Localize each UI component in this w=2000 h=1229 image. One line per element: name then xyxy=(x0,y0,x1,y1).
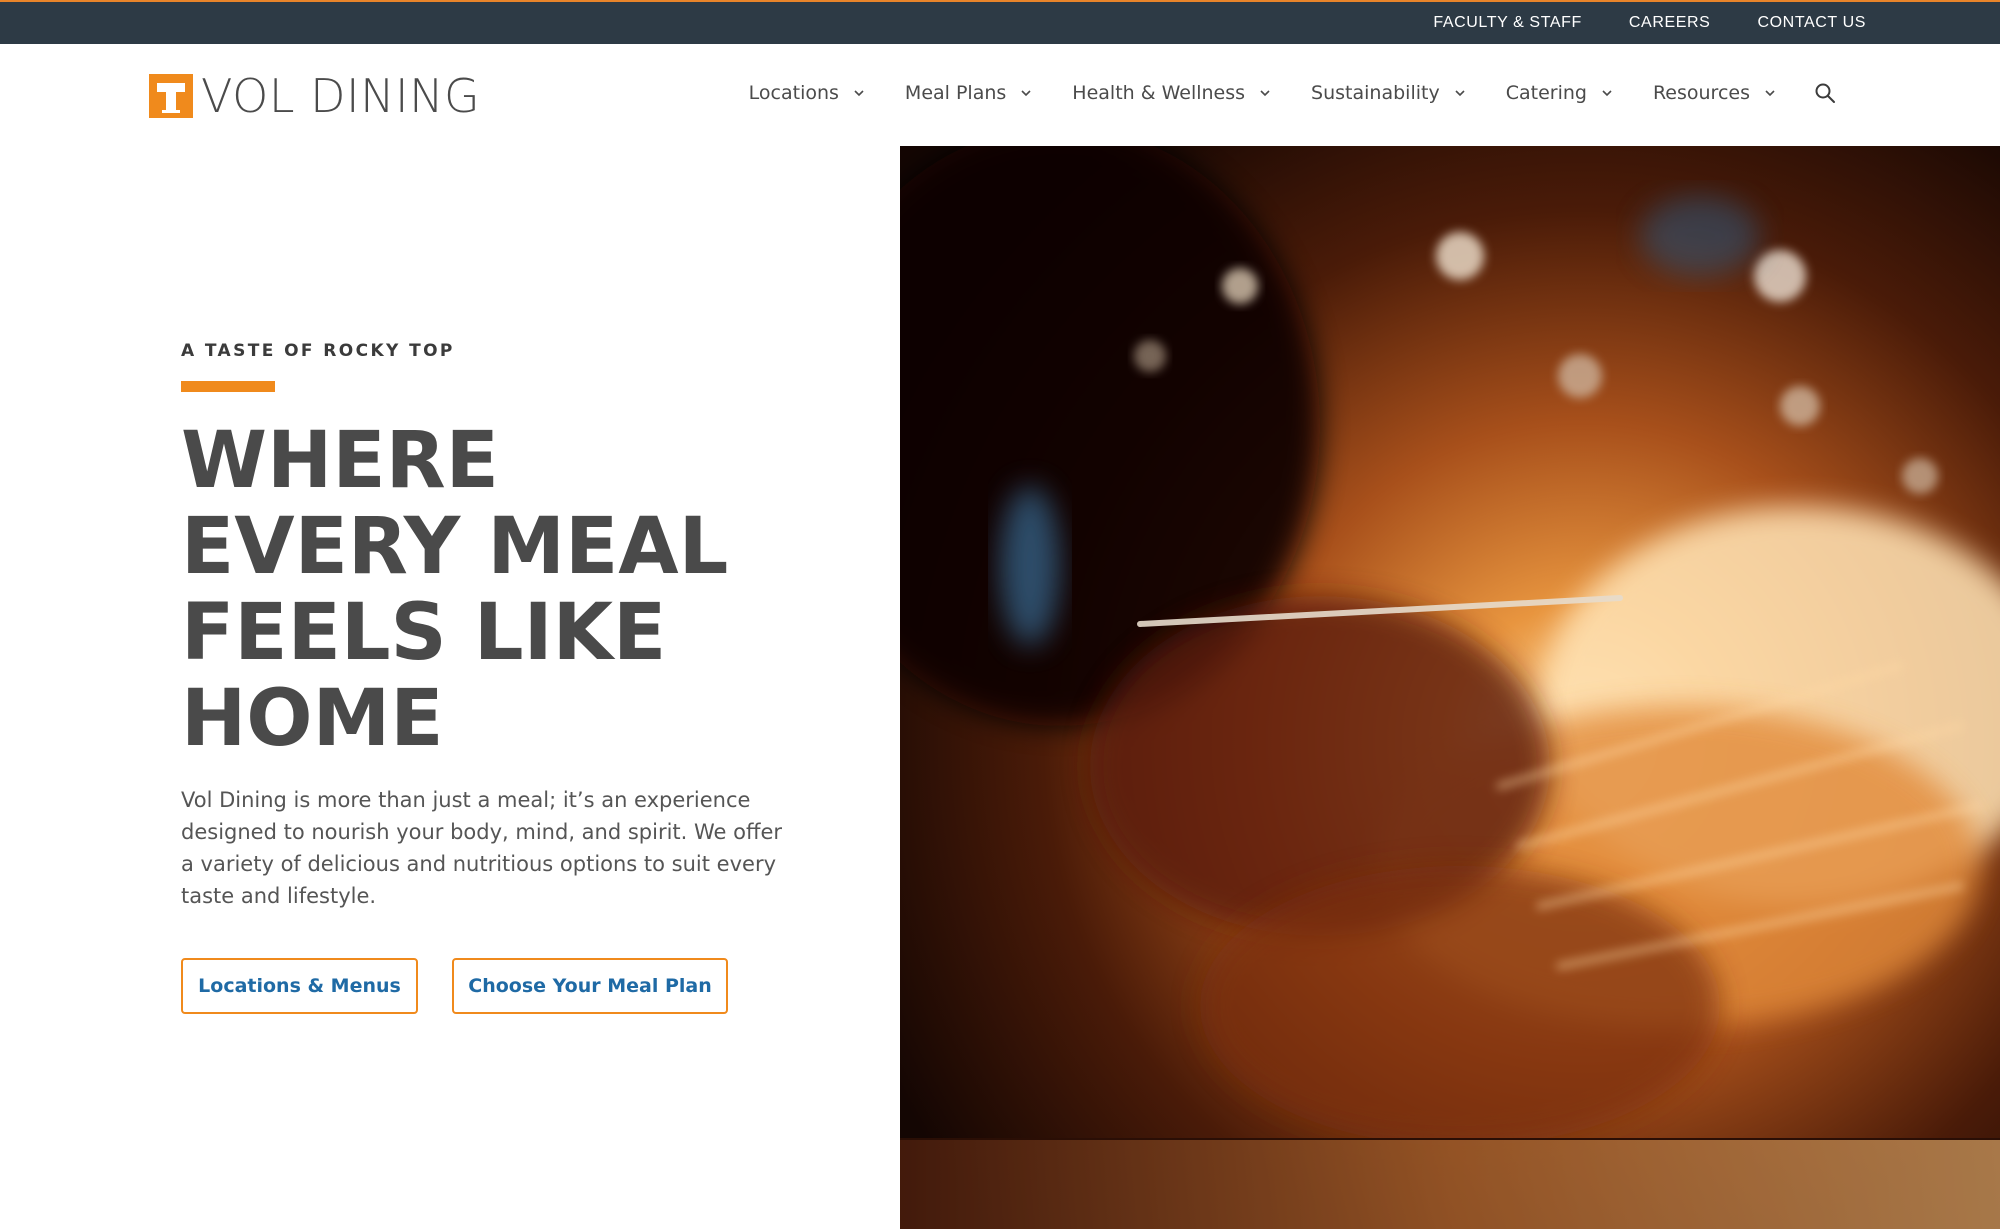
headline-line: FEELS LIKE xyxy=(181,588,667,678)
headline-line: EVERY MEAL xyxy=(181,502,729,592)
nav-item-label: Health & Wellness xyxy=(1072,82,1246,104)
hero-eyebrow: A TASTE OF ROCKY TOP xyxy=(181,341,455,361)
nav-item-catering[interactable]: Catering xyxy=(1506,82,1613,104)
utility-bar: FACULTY & STAFF CAREERS CONTACT US xyxy=(0,0,2000,44)
choose-meal-plan-button[interactable]: Choose Your Meal Plan xyxy=(452,958,728,1014)
hero-food-image xyxy=(900,146,2000,1229)
chevron-down-icon xyxy=(854,90,864,97)
nav-item-label: Sustainability xyxy=(1311,82,1440,104)
search-icon[interactable] xyxy=(1814,82,1836,104)
utility-link-careers[interactable]: CAREERS xyxy=(1629,14,1711,32)
utility-link-contact-us[interactable]: CONTACT US xyxy=(1757,14,1866,32)
headline-line: HOME xyxy=(181,674,444,764)
hero-intro: Vol Dining is more than just a meal; it’… xyxy=(181,788,783,908)
nav-item-label: Meal Plans xyxy=(904,82,1007,104)
chevron-down-icon xyxy=(1765,90,1775,97)
chevron-down-icon xyxy=(1455,90,1465,97)
nav-item-label: Catering xyxy=(1505,82,1587,104)
hero-headline: WHERE EVERY MEAL FEELS LIKE HOME xyxy=(181,418,821,762)
chevron-down-icon xyxy=(1602,90,1612,97)
nav-item-label: Resources xyxy=(1652,82,1750,104)
headline-line: WHERE xyxy=(181,416,499,506)
main-nav: Locations Meal Plans Health & Wellness S… xyxy=(749,82,1836,104)
site-header: VOL DINING Locations Meal Plans Health &… xyxy=(0,44,2000,146)
locations-menus-button[interactable]: Locations & Menus xyxy=(181,958,418,1014)
site-logo[interactable]: VOL DINING xyxy=(149,69,481,123)
nav-item-label: Locations xyxy=(748,82,839,104)
accent-divider xyxy=(181,381,275,392)
nav-item-locations[interactable]: Locations xyxy=(749,82,865,104)
nav-item-health-wellness[interactable]: Health & Wellness xyxy=(1072,82,1271,104)
utility-link-faculty-staff[interactable]: FACULTY & STAFF xyxy=(1433,14,1582,32)
logo-wordmark: VOL DINING xyxy=(201,69,481,123)
nav-item-meal-plans[interactable]: Meal Plans xyxy=(905,82,1032,104)
power-t-logo-icon xyxy=(149,74,193,118)
chevron-down-icon xyxy=(1260,90,1270,97)
nav-item-resources[interactable]: Resources xyxy=(1653,82,1776,104)
chevron-down-icon xyxy=(1021,90,1031,97)
nav-item-sustainability[interactable]: Sustainability xyxy=(1311,82,1466,104)
